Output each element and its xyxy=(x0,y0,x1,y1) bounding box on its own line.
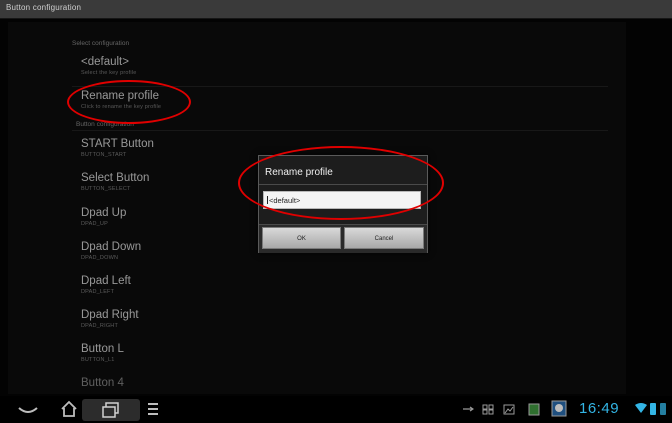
navigation-bar: 16:49 xyxy=(0,396,672,423)
dialog-button-row: OK Cancel xyxy=(259,224,427,253)
screen: Button configuration Select configuratio… xyxy=(0,0,672,423)
image-icon xyxy=(503,404,515,415)
screenshot-icon xyxy=(482,404,494,415)
window-title: Button configuration xyxy=(6,3,82,12)
title-bar: Button configuration xyxy=(0,0,672,19)
annotation-ellipse-dialog xyxy=(238,146,444,220)
recent-apps-icon[interactable] xyxy=(102,402,120,418)
wifi-icon xyxy=(635,403,647,413)
usb-icon xyxy=(463,406,474,412)
annotation-ellipse-rename-profile xyxy=(67,80,191,124)
game-notification-icon xyxy=(551,400,567,417)
battery-icon xyxy=(650,403,656,415)
cancel-button[interactable]: Cancel xyxy=(344,227,424,249)
app-notification-icon xyxy=(528,403,540,416)
back-icon[interactable] xyxy=(17,404,39,416)
home-icon[interactable] xyxy=(60,400,78,418)
menu-icon[interactable] xyxy=(147,402,159,416)
status-clock: 16:49 xyxy=(579,400,620,417)
signal-icon xyxy=(660,403,666,415)
ok-button[interactable]: OK xyxy=(262,227,341,249)
